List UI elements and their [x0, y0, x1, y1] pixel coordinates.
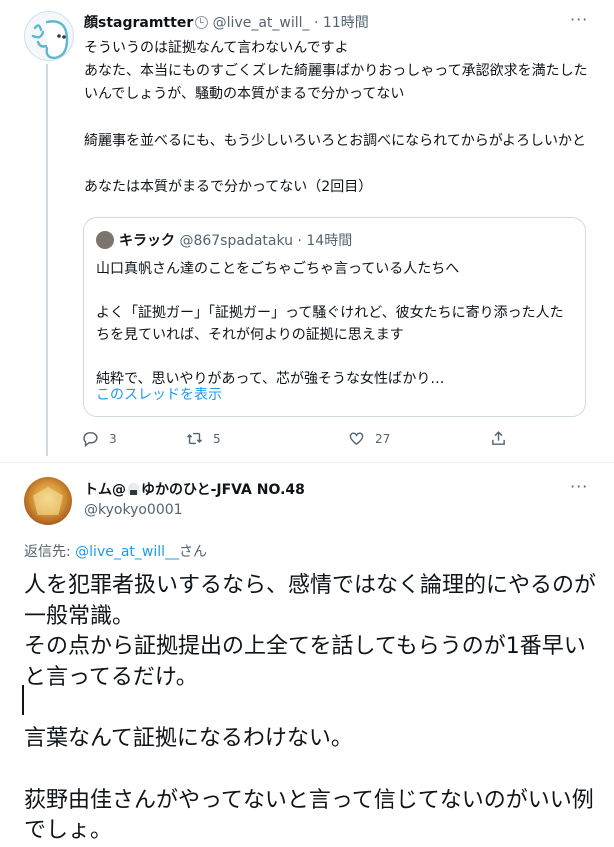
timestamp[interactable]: 11時間	[323, 15, 369, 31]
quoted-tweet[interactable]: キラック @867spadataku · 14時間 山口真帆さん達のことをごちゃ…	[83, 217, 586, 417]
quoted-paragraph: よく「証拠ガー」「証拠ガー」って騒ぐけれど、彼女たちに寄り添った人たちを見ていれ…	[96, 304, 564, 344]
retweet-icon	[186, 432, 203, 445]
share-button[interactable]	[490, 430, 507, 447]
avatar[interactable]	[24, 477, 72, 525]
quoted-tweet-text: 山口真帆さん達のことをごちゃごちゃ言っている人たちへ よく「証拠ガー」「証拠ガー…	[96, 258, 576, 390]
tweet-text: そういうのは証拠なんて言わないんですよ あなた、本当にものすごくズレた綺麗事ばか…	[84, 37, 600, 199]
tweet-paragraph: 人を犯罪者扱いするなら、感情ではなく論理的にやるのが一般常識。 その点から証拠提…	[24, 573, 597, 690]
author-name[interactable]: 顔stagramtter	[84, 15, 193, 31]
quoted-timestamp: 14時間	[306, 233, 353, 249]
text-cursor	[22, 685, 24, 715]
tweet-header: トム@ ゆかのひと-JFVA NO.48	[84, 481, 305, 499]
avatar-illustration-icon	[31, 20, 69, 60]
reply-button[interactable]: 3	[82, 430, 117, 447]
quoted-tweet-header: キラック @867spadataku · 14時間	[96, 231, 352, 250]
tweet-1[interactable]: 顔stagramtter @live_at_will_ · 11時間 ··· そ…	[0, 0, 614, 462]
tweet-2[interactable]: トム@ ゆかのひと-JFVA NO.48 @kyokyo0001 ··· 返信先:…	[0, 462, 614, 843]
quoted-author-handle: @867spadataku	[179, 233, 294, 249]
tweet-paragraph: あなたは本質がまるで分かってない（2回目）	[84, 178, 373, 195]
share-icon	[492, 431, 505, 445]
crest-icon	[33, 487, 63, 515]
author-handle[interactable]: @kyokyo0001	[84, 501, 183, 519]
tweet-paragraph: 綺麗事を並べるにも、もう少しいろいろとお調べになられてからがよろしいかと	[84, 132, 587, 149]
retweet-count: 5	[213, 431, 221, 446]
tweet-text: 人を犯罪者扱いするなら、感情ではなく論理的にやるのが一般常識。 その点から証拠提…	[24, 571, 604, 847]
author-name-suffix[interactable]: ゆかのひと-JFVA NO.48	[141, 482, 305, 498]
separator: ·	[314, 15, 319, 31]
author-name-prefix[interactable]: トム@	[84, 482, 126, 498]
tweet-paragraph: そういうのは証拠なんて言わないんですよ あなた、本当にものすごくズレた綺麗事ばか…	[84, 40, 588, 103]
onigiri-icon	[128, 483, 139, 495]
quoted-paragraph: 山口真帆さん達のことをごちゃごちゃ言っている人たちへ	[96, 261, 460, 277]
show-thread-link[interactable]: このスレッドを表示	[96, 384, 222, 404]
like-button[interactable]: 27	[348, 430, 390, 447]
tweet-paragraph: 荻野由佳さんがやってないと言って信じてないのがいい例でしょ。	[24, 787, 594, 844]
quoted-avatar	[96, 231, 114, 249]
thread-line	[46, 64, 48, 456]
author-handle[interactable]: @live_at_will_	[213, 15, 310, 31]
tweet-paragraph: 言葉なんて証拠になるわけない。	[24, 726, 353, 751]
clock-icon	[195, 16, 209, 29]
more-options-icon[interactable]: ···	[570, 10, 588, 29]
separator: ·	[297, 233, 302, 249]
reply-suffix: さん	[179, 544, 208, 560]
tweet-actions: 3 5 27	[82, 430, 512, 452]
reply-count: 3	[109, 431, 117, 446]
more-options-icon[interactable]: ···	[570, 477, 588, 496]
reply-prefix: 返信先:	[24, 544, 76, 560]
quoted-author-name: キラック	[119, 233, 175, 249]
reply-icon	[83, 432, 98, 447]
reply-to-link[interactable]: @live_at_will__	[75, 544, 179, 560]
retweet-button[interactable]: 5	[186, 430, 221, 447]
replying-to: 返信先: @live_at_will__さん	[24, 541, 207, 561]
like-count: 27	[375, 431, 391, 446]
tweet-header: 顔stagramtter @live_at_will_ · 11時間	[84, 14, 369, 32]
heart-icon	[349, 432, 364, 446]
avatar[interactable]	[24, 11, 74, 61]
